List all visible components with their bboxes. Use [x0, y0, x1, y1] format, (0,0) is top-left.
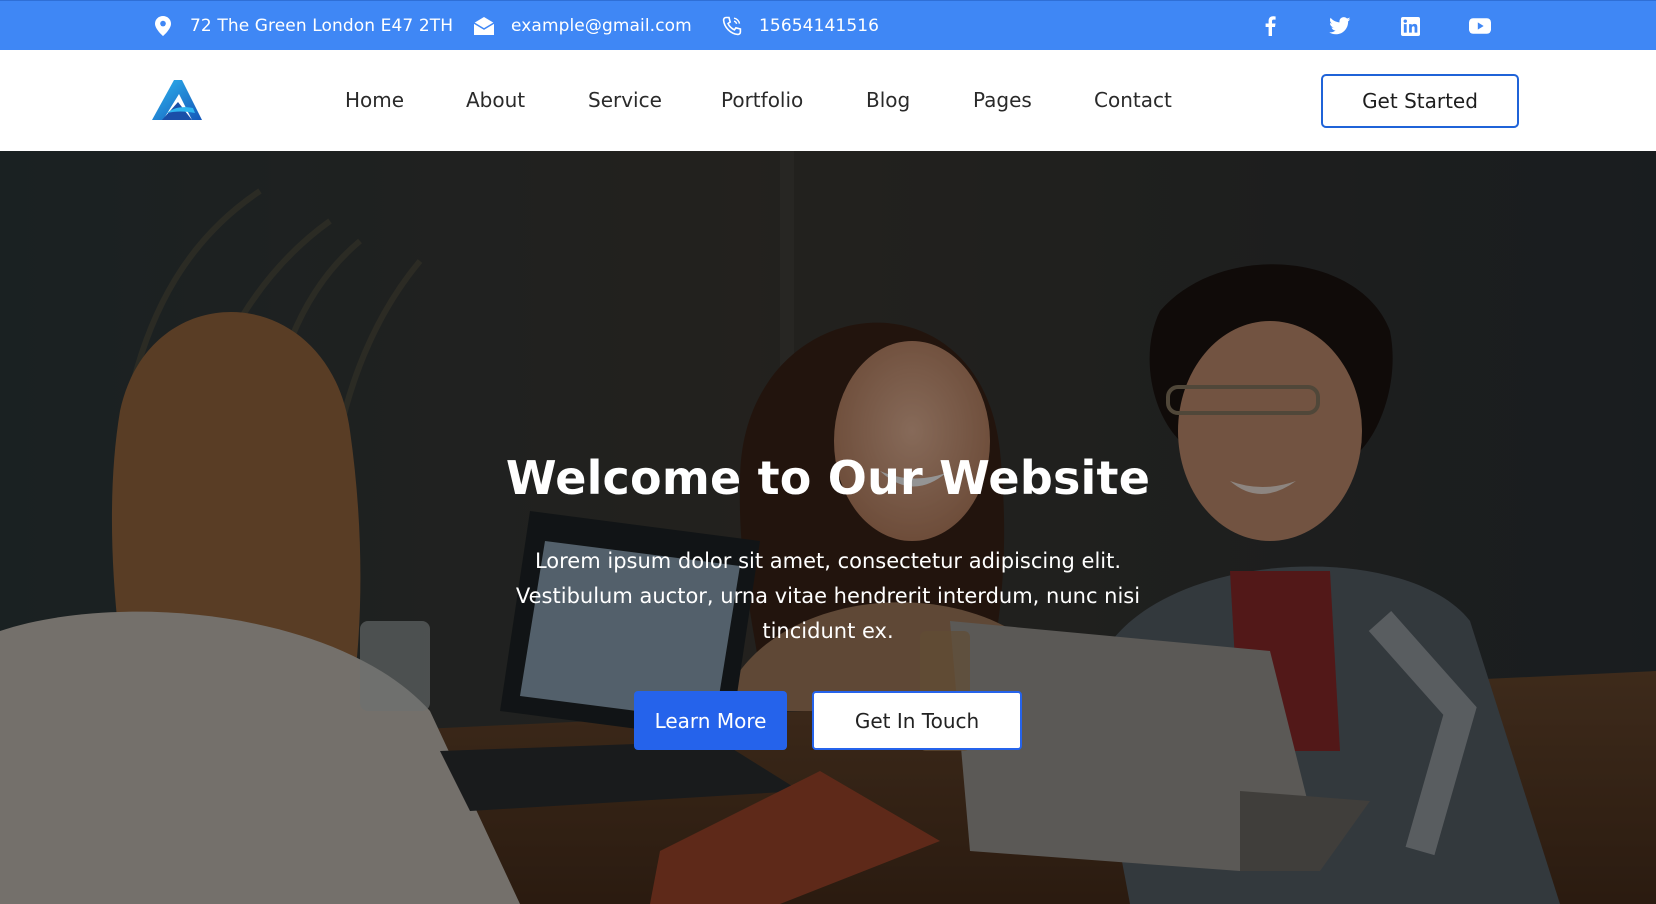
get-started-button[interactable]: Get Started	[1321, 74, 1519, 128]
nav-service[interactable]: Service	[588, 50, 662, 151]
phone-text[interactable]: 15654141516	[759, 16, 879, 36]
hero-description: Lorem ipsum dolor sit amet, consectetur …	[515, 549, 1141, 643]
hero-section: Welcome to Our Website Lorem ipsum dolor…	[0, 151, 1656, 904]
nav-home[interactable]: Home	[345, 50, 404, 151]
top-bar: 72 The Green London E47 2TH example@gmai…	[0, 0, 1656, 50]
address-text: 72 The Green London E47 2TH	[190, 16, 454, 36]
facebook-icon[interactable]	[1255, 1, 1285, 51]
email-item[interactable]: example@gmail.com	[473, 1, 692, 51]
nav-contact[interactable]: Contact	[1094, 50, 1172, 151]
nav-portfolio[interactable]: Portfolio	[721, 50, 803, 151]
envelope-icon	[473, 15, 495, 37]
linkedin-icon[interactable]	[1395, 1, 1425, 51]
site-header: Home About Service Portfolio Blog Pages …	[0, 50, 1656, 151]
learn-more-button[interactable]: Learn More	[634, 691, 787, 750]
nav-about[interactable]: About	[466, 50, 525, 151]
youtube-icon[interactable]	[1465, 1, 1495, 51]
phone-item[interactable]: 15654141516	[721, 1, 879, 51]
twitter-icon[interactable]	[1325, 1, 1355, 51]
hero-overlay	[0, 151, 1656, 904]
map-pin-icon	[152, 15, 174, 37]
hero-title: Welcome to Our Website	[505, 451, 1151, 505]
phone-icon	[721, 15, 743, 37]
nav-pages[interactable]: Pages	[973, 50, 1032, 151]
get-in-touch-button[interactable]: Get In Touch	[812, 691, 1022, 750]
address-item: 72 The Green London E47 2TH	[152, 1, 453, 51]
email-text[interactable]: example@gmail.com	[511, 16, 692, 36]
nav-blog[interactable]: Blog	[866, 50, 910, 151]
